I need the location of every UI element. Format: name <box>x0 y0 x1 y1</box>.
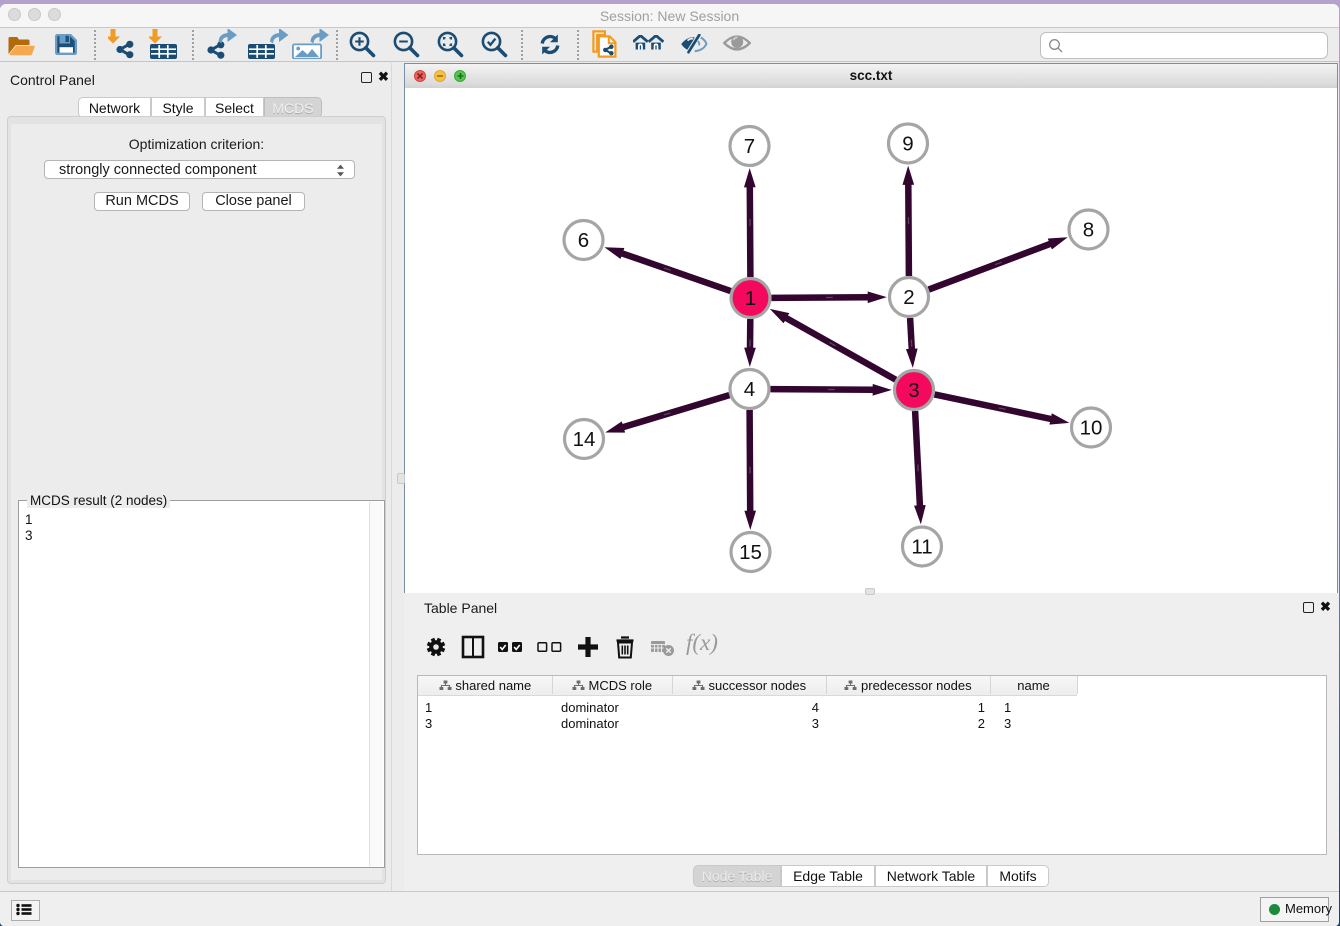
svg-text:7: 7 <box>744 135 755 158</box>
svg-text:2: 2 <box>903 286 914 309</box>
svg-text:8: 8 <box>1083 219 1094 242</box>
svg-text:10: 10 <box>1080 417 1103 440</box>
svg-text:14: 14 <box>573 428 596 451</box>
svg-text:1: 1 <box>745 287 756 310</box>
svg-text:3: 3 <box>908 379 919 402</box>
svg-text:6: 6 <box>578 229 589 252</box>
svg-text:4: 4 <box>744 378 755 401</box>
svg-text:11: 11 <box>911 536 932 559</box>
svg-text:15: 15 <box>739 541 762 564</box>
svg-text:9: 9 <box>902 133 913 156</box>
